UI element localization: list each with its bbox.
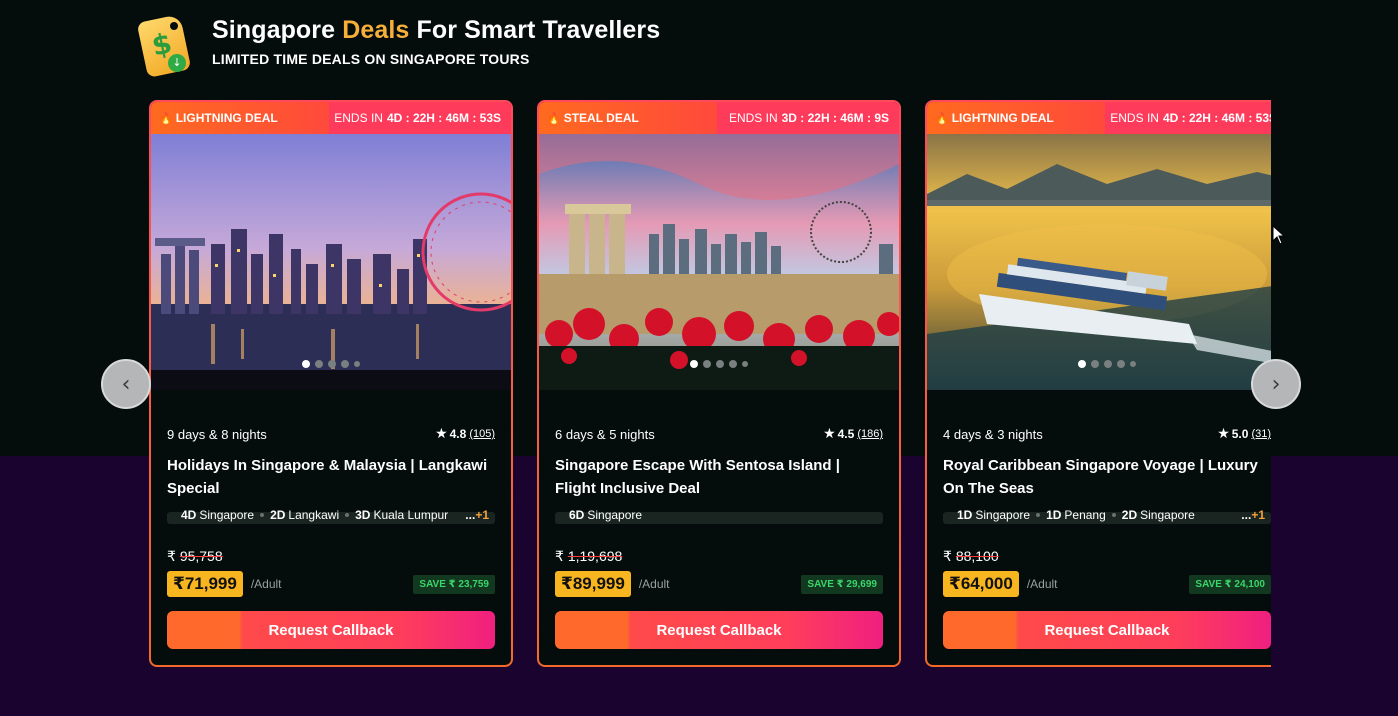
- pagination-dot[interactable]: [742, 361, 748, 367]
- deal-card[interactable]: 🔥 STEAL DEAL ENDS IN3D : 22H : 46M : 9S: [537, 100, 901, 667]
- pagination-dot[interactable]: [354, 361, 360, 367]
- photo-pagination[interactable]: [151, 360, 511, 368]
- deal-price: ₹89,999: [555, 571, 631, 597]
- carousel-prev-button[interactable]: ‹: [101, 359, 151, 409]
- deal-countdown: ENDS IN 4D : 22H : 46M : 53S: [1105, 102, 1271, 134]
- deal-type-badge: 🔥 LIGHTNING DEAL: [927, 102, 1105, 134]
- itinerary-stop: 2D Langkawi: [270, 508, 340, 522]
- pagination-dot[interactable]: [341, 360, 349, 368]
- carousel-track: 🔥 LIGHTNING DEAL ENDS IN 4D : 22H : 46M :…: [149, 100, 1271, 668]
- review-count-link[interactable]: (31): [1251, 428, 1271, 440]
- deal-countdown: ENDS IN 4D : 22H : 46M : 53S: [329, 102, 511, 134]
- section-subtitle: LIMITED TIME DEALS ON SINGAPORE TOURS: [212, 51, 530, 67]
- trip-duration: 6 days & 5 nights: [555, 426, 655, 442]
- chevron-left-icon: ‹: [121, 371, 131, 397]
- deal-price: ₹64,000: [943, 571, 1019, 597]
- price-unit: /Adult: [638, 577, 670, 591]
- itinerary-strip: 6D Singapore: [555, 508, 883, 524]
- deals-carousel[interactable]: 🔥 LIGHTNING DEAL ENDS IN 4D : 22H : 46M :…: [149, 100, 1271, 668]
- trip-duration: 9 days & 8 nights: [167, 426, 267, 442]
- rating: ★ 4.8 (105): [435, 426, 495, 442]
- tour-title[interactable]: Singapore Escape With Sentosa Island | F…: [555, 454, 883, 500]
- deal-bar: 🔥 LIGHTNING DEAL ENDS IN 4D : 22H : 46M :…: [927, 102, 1271, 134]
- pagination-dot[interactable]: [716, 360, 724, 368]
- price-unit: /Adult: [1026, 577, 1058, 591]
- original-price: ₹ 1,19,698: [555, 548, 623, 564]
- savings-badge: SAVE ₹ 24,100: [1189, 574, 1271, 594]
- pagination-dot[interactable]: [729, 360, 737, 368]
- pagination-dot[interactable]: [328, 360, 336, 368]
- deal-card[interactable]: 🔥 LIGHTNING DEAL ENDS IN 4D : 22H : 46M :…: [925, 100, 1271, 667]
- pagination-dot[interactable]: [315, 360, 323, 368]
- rating: ★ 5.0 (31): [1217, 426, 1271, 442]
- pagination-dot[interactable]: [1091, 360, 1099, 368]
- review-count-link[interactable]: (105): [469, 428, 495, 440]
- rating: ★ 4.5 (186): [823, 426, 883, 442]
- flame-icon: 🔥: [547, 111, 561, 125]
- pagination-dot[interactable]: [703, 360, 711, 368]
- original-price: ₹ 88,100: [943, 548, 999, 564]
- flame-icon: 🔥: [159, 111, 173, 125]
- section-title: Singapore Deals For Smart Travellers: [212, 16, 661, 44]
- tour-photo[interactable]: [151, 134, 511, 390]
- star-icon: ★: [823, 426, 836, 442]
- more-stops[interactable]: ...+1: [1241, 508, 1265, 522]
- deal-type-badge: 🔥 STEAL DEAL: [539, 102, 717, 134]
- itinerary-stop: 3D Kuala Lumpur: [355, 508, 449, 522]
- itinerary-stop: 4D Singapore: [181, 508, 255, 522]
- itinerary-stop: 1D Penang: [1046, 508, 1106, 522]
- deal-bar: 🔥 STEAL DEAL ENDS IN 3D : 22H : 46M : 9S: [539, 102, 899, 134]
- star-icon: ★: [1217, 426, 1230, 442]
- savings-badge: SAVE ₹ 23,759: [413, 574, 495, 594]
- tour-title[interactable]: Holidays In Singapore & Malaysia | Langk…: [167, 454, 495, 500]
- request-callback-button[interactable]: Request Callback: [555, 611, 883, 649]
- deal-card[interactable]: 🔥 LIGHTNING DEAL ENDS IN 4D : 22H : 46M :…: [149, 100, 513, 667]
- itinerary-strip: 1D Singapore 1D Penang 2D Singapore ...+1: [943, 508, 1271, 524]
- deal-bar: 🔥 LIGHTNING DEAL ENDS IN 4D : 22H : 46M :…: [151, 102, 511, 134]
- tour-photo[interactable]: [927, 134, 1271, 390]
- pagination-dot[interactable]: [1130, 361, 1136, 367]
- pagination-dot[interactable]: [1117, 360, 1125, 368]
- mouse-cursor-icon: [1272, 225, 1286, 245]
- carousel-next-button[interactable]: ›: [1251, 359, 1301, 409]
- tour-title[interactable]: Royal Caribbean Singapore Voyage | Luxur…: [943, 454, 1271, 500]
- flame-icon: 🔥: [935, 111, 949, 125]
- pagination-dot[interactable]: [1104, 360, 1112, 368]
- deal-price: ₹71,999: [167, 571, 243, 597]
- itinerary-stop: 6D Singapore: [569, 508, 643, 522]
- itinerary-stop: 1D Singapore: [957, 508, 1031, 522]
- section-header: $ ↓ Singapore Deals For Smart Travellers…: [136, 6, 661, 78]
- deal-countdown: ENDS IN 3D : 22H : 46M : 9S: [717, 102, 899, 134]
- tour-photo[interactable]: [539, 134, 899, 390]
- chevron-right-icon: ›: [1271, 371, 1281, 397]
- price-unit: /Adult: [250, 577, 282, 591]
- review-count-link[interactable]: (186): [857, 428, 883, 440]
- pagination-dot[interactable]: [690, 360, 698, 368]
- more-stops[interactable]: ...+1: [465, 508, 489, 522]
- trip-duration: 4 days & 3 nights: [943, 426, 1043, 442]
- itinerary-strip: 4D Singapore 2D Langkawi 3D Kuala Lumpur ..…: [167, 508, 495, 524]
- request-callback-button[interactable]: Request Callback: [943, 611, 1271, 649]
- star-icon: ★: [435, 426, 448, 442]
- deal-type-badge: 🔥 LIGHTNING DEAL: [151, 102, 329, 134]
- pagination-dot[interactable]: [1078, 360, 1086, 368]
- request-callback-button[interactable]: Request Callback: [167, 611, 495, 649]
- photo-pagination[interactable]: [927, 360, 1271, 368]
- photo-pagination[interactable]: [539, 360, 899, 368]
- original-price: ₹ 95,758: [167, 548, 223, 564]
- savings-badge: SAVE ₹ 29,699: [801, 574, 883, 594]
- price-tag-icon: $ ↓: [136, 6, 194, 78]
- itinerary-stop: 2D Singapore: [1121, 508, 1195, 522]
- pagination-dot[interactable]: [302, 360, 310, 368]
